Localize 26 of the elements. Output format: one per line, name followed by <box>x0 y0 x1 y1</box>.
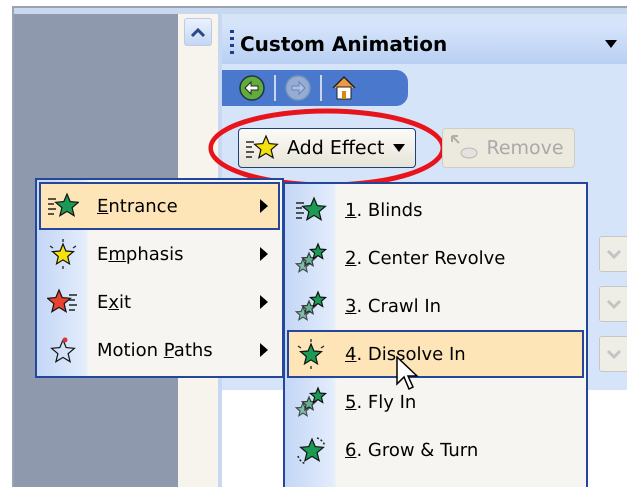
menu-item[interactable]: 3. Crawl In <box>287 282 584 330</box>
add-effect-button[interactable]: Add Effect <box>238 128 416 168</box>
pane-title: Custom Animation <box>240 32 448 56</box>
menu-item[interactable]: 2. Center Revolve <box>287 234 584 282</box>
star-icon <box>295 242 327 274</box>
menu-item[interactable]: Exit <box>39 278 280 326</box>
scroll-up-button[interactable] <box>184 18 212 46</box>
menu-item[interactable]: 5. Fly In <box>287 378 584 426</box>
star-icon <box>295 338 327 370</box>
menu-item[interactable]: Emphasis <box>39 230 280 278</box>
chevron-down-icon <box>606 299 622 309</box>
chevron-down-icon <box>606 349 622 359</box>
menu-item[interactable]: 6. Grow & Turn <box>287 426 584 474</box>
menu-item[interactable]: Motion Paths <box>39 326 280 374</box>
star-icon <box>295 290 327 322</box>
star-icon <box>295 386 327 418</box>
star-icon <box>47 238 79 270</box>
chevron-up-icon <box>191 28 205 36</box>
menu-item[interactable]: 4. Dissolve In <box>287 330 584 378</box>
menu-item[interactable]: 1. Blinds <box>287 186 584 234</box>
back-button[interactable] <box>238 74 266 102</box>
caret-icon <box>392 144 405 152</box>
chevron-down-icon <box>606 249 622 259</box>
home-button[interactable] <box>330 74 358 102</box>
caret-icon <box>605 40 617 48</box>
menu-item[interactable]: Entrance <box>39 182 280 230</box>
